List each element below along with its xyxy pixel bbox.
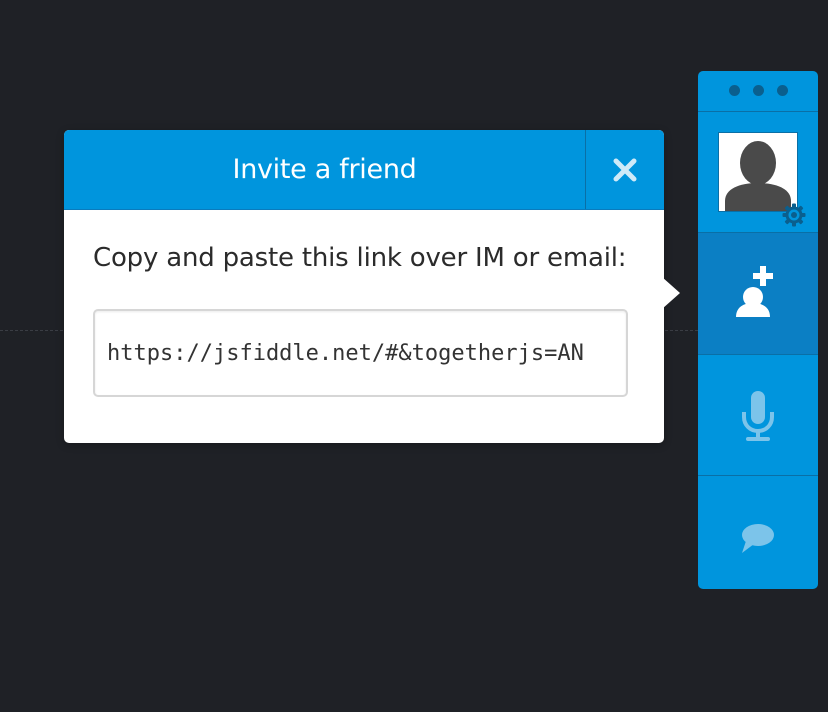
chat-bubble-icon: [742, 524, 774, 553]
avatar: [718, 132, 798, 212]
dock-drag-handle[interactable]: [698, 71, 818, 112]
add-user-icon: [736, 266, 773, 317]
drag-dot-icon: [729, 85, 740, 96]
gear-icon: [782, 203, 806, 227]
audio-chat-button[interactable]: [698, 355, 818, 476]
invite-instructions: Copy and paste this link over IM or emai…: [93, 243, 627, 273]
default-avatar-icon: [719, 133, 797, 211]
modal-header: Invite a friend: [64, 130, 664, 210]
microphone-icon: [742, 391, 774, 441]
close-icon: [613, 158, 637, 182]
invite-modal: Invite a friend Copy and paste this link…: [64, 130, 664, 443]
modal-title: Invite a friend: [232, 154, 417, 185]
collaboration-dock: [698, 71, 818, 589]
modal-pointer-arrow: [662, 277, 680, 309]
profile-button[interactable]: [698, 112, 818, 233]
drag-dot-icon: [753, 85, 764, 96]
chat-button[interactable]: [698, 476, 818, 589]
drag-dot-icon: [777, 85, 788, 96]
close-button[interactable]: [585, 130, 664, 209]
invite-button[interactable]: [698, 233, 818, 355]
invite-link-field[interactable]: [93, 309, 628, 397]
